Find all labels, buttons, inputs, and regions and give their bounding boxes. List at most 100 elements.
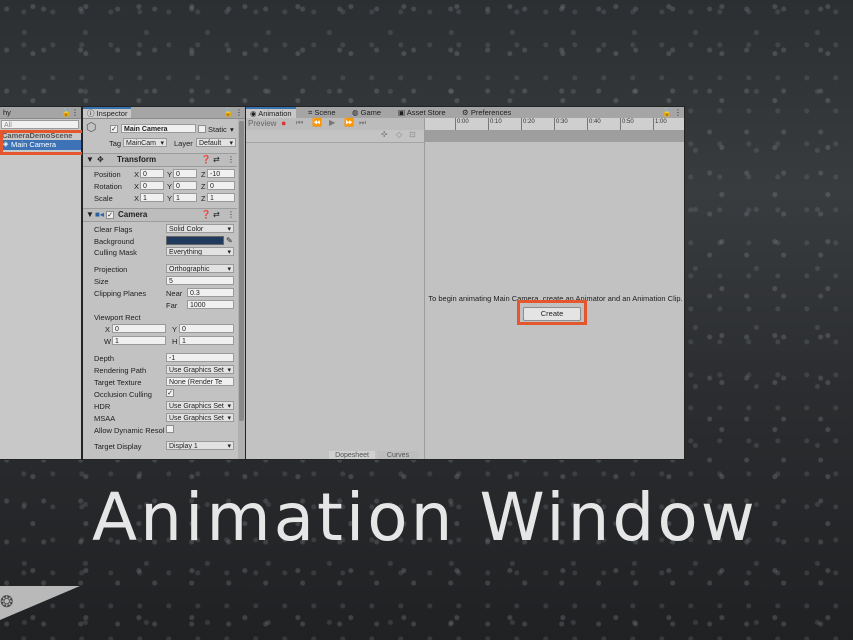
scale-z-label[interactable]: Z bbox=[201, 194, 206, 203]
menu-icon[interactable]: ⋮ bbox=[674, 108, 682, 117]
viewport-y-field[interactable]: 0 bbox=[179, 324, 234, 333]
add-keyframe-icon[interactable]: ✜ bbox=[381, 130, 388, 139]
viewport-y-label[interactable]: Y bbox=[172, 325, 177, 334]
timeline-tick-mark bbox=[488, 118, 489, 130]
play-icon[interactable]: ▶ bbox=[329, 118, 335, 127]
settings-icon[interactable]: ⇄ bbox=[213, 154, 220, 166]
layer-dropdown[interactable]: Default bbox=[196, 138, 236, 147]
tab-preferences[interactable]: ⚙ Preferences bbox=[458, 107, 515, 118]
scale-x-label[interactable]: X bbox=[134, 194, 139, 203]
viewport-h-field[interactable]: 1 bbox=[179, 336, 234, 345]
culling-mask-dropdown[interactable]: Everything bbox=[166, 247, 234, 256]
msaa-dropdown[interactable]: Use Graphics Set bbox=[166, 413, 234, 422]
near-label[interactable]: Near bbox=[166, 289, 182, 298]
hierarchy-panel: hy 🔒 ⋮ All CameraDemoScene ◈ Main Camera bbox=[0, 106, 82, 460]
animation-sidebar-divider[interactable] bbox=[424, 118, 425, 459]
hierarchy-search-input[interactable]: All bbox=[1, 120, 79, 129]
viewport-w-field[interactable]: 1 bbox=[112, 336, 166, 345]
lock-icon[interactable]: 🔒 bbox=[223, 108, 233, 117]
transform-header[interactable]: ▼ ✥ Transform ❓ ⇄ ⋮ bbox=[83, 153, 237, 167]
menu-icon[interactable]: ⋮ bbox=[71, 108, 79, 117]
menu-icon[interactable]: ⋮ bbox=[227, 154, 235, 166]
tab-asset-store[interactable]: ▣ Asset Store bbox=[394, 107, 450, 118]
tab-hierarchy[interactable]: hy bbox=[0, 107, 15, 118]
hdr-dropdown[interactable]: Use Graphics Set bbox=[166, 401, 234, 410]
settings-icon[interactable]: ⇄ bbox=[213, 209, 220, 221]
scale-x-field[interactable]: 1 bbox=[140, 193, 164, 202]
static-checkbox[interactable] bbox=[198, 125, 206, 133]
tab-inspector[interactable]: ⓘ Inspector bbox=[83, 107, 132, 118]
object-name-input[interactable]: Main Camera bbox=[121, 124, 196, 133]
background-color-swatch[interactable] bbox=[166, 236, 224, 245]
position-y-label[interactable]: Y bbox=[167, 170, 172, 179]
viewport-w-label[interactable]: W bbox=[104, 337, 111, 346]
rotation-x-label[interactable]: X bbox=[134, 182, 139, 191]
tab-animation[interactable]: ◉ Animation bbox=[246, 107, 296, 118]
lock-icon[interactable]: 🔒 bbox=[61, 108, 71, 117]
size-field[interactable]: 5 bbox=[166, 276, 234, 285]
position-x-field[interactable]: 0 bbox=[140, 169, 164, 178]
menu-icon[interactable]: ⋮ bbox=[227, 209, 235, 221]
tab-game-label: Game bbox=[360, 108, 382, 117]
depth-field[interactable]: -1 bbox=[166, 353, 234, 362]
clear-flags-dropdown[interactable]: Solid Color bbox=[166, 224, 234, 233]
active-checkbox[interactable]: ✓ bbox=[110, 125, 118, 133]
dopesheet-tab[interactable]: Dopesheet bbox=[329, 451, 375, 459]
asset-store-tab-icon: ▣ bbox=[398, 108, 407, 117]
add-event-icon[interactable]: ◇ bbox=[396, 130, 402, 139]
camera-header[interactable]: ▼ ■◂ ✓ Camera ❓ ⇄ ⋮ bbox=[83, 208, 237, 222]
position-x-label[interactable]: X bbox=[134, 170, 139, 179]
target-display-dropdown[interactable]: Display 1 bbox=[166, 441, 234, 450]
timeline-tick-label: 0:00 bbox=[457, 119, 469, 125]
prev-key-icon[interactable]: ⏪ bbox=[312, 118, 322, 127]
rotation-z-field[interactable]: 0 bbox=[207, 181, 235, 190]
next-key-icon[interactable]: ⏩ bbox=[344, 118, 354, 127]
far-label[interactable]: Far bbox=[166, 301, 177, 310]
inspector-scrollbar-thumb[interactable] bbox=[239, 121, 244, 421]
tab-game[interactable]: ◍ Game bbox=[348, 107, 385, 118]
menu-icon[interactable]: ⋮ bbox=[235, 108, 243, 117]
rotation-x-field[interactable]: 0 bbox=[140, 181, 164, 190]
position-z-field[interactable]: -10 bbox=[207, 169, 235, 178]
help-icon[interactable]: ❓ bbox=[201, 154, 211, 166]
near-field[interactable]: 0.3 bbox=[187, 288, 234, 297]
scale-y-field[interactable]: 1 bbox=[173, 193, 197, 202]
preview-button[interactable]: Preview bbox=[248, 119, 276, 128]
camera-enabled-checkbox[interactable]: ✓ bbox=[106, 211, 114, 219]
rendering-path-dropdown[interactable]: Use Graphics Set bbox=[166, 365, 234, 374]
tag-dropdown[interactable]: MainCam bbox=[123, 138, 167, 147]
projection-dropdown[interactable]: Orthographic bbox=[166, 264, 234, 273]
viewport-h-label[interactable]: H bbox=[172, 337, 177, 346]
dynamic-resolution-checkbox[interactable] bbox=[166, 425, 174, 433]
occlusion-culling-checkbox[interactable]: ✓ bbox=[166, 389, 174, 397]
static-label[interactable]: Static bbox=[208, 125, 227, 134]
tab-scene-label: Scene bbox=[314, 108, 336, 117]
rotation-y-label[interactable]: Y bbox=[167, 182, 172, 191]
timeline-tick-mark bbox=[554, 118, 555, 130]
curves-tab[interactable]: Curves bbox=[377, 451, 419, 459]
msaa-label: MSAA bbox=[94, 414, 116, 423]
far-field[interactable]: 1000 bbox=[187, 300, 234, 309]
background-label: Background bbox=[94, 237, 135, 246]
lock-icon[interactable]: 🔒 bbox=[662, 108, 672, 117]
target-texture-field[interactable]: None (Render Te bbox=[166, 377, 234, 386]
timeline-event-strip[interactable] bbox=[425, 130, 684, 142]
rotation-y-field[interactable]: 0 bbox=[173, 181, 197, 190]
inspector-panel: ⓘ Inspector 🔒 ⋮ ⬡ ✓ Main Camera Static ▾… bbox=[82, 106, 246, 460]
viewport-x-field[interactable]: 0 bbox=[112, 324, 166, 333]
record-icon[interactable]: ● bbox=[281, 118, 286, 128]
scale-y-label[interactable]: Y bbox=[167, 194, 172, 203]
scale-z-field[interactable]: 1 bbox=[207, 193, 235, 202]
eyedropper-icon[interactable]: ✎ bbox=[226, 236, 233, 245]
tab-scene[interactable]: ⌗ Scene bbox=[304, 107, 340, 118]
last-key-icon[interactable]: ⏭ bbox=[359, 118, 366, 128]
static-dropdown-icon[interactable]: ▾ bbox=[230, 125, 234, 134]
filter-icon[interactable]: ⊡ bbox=[409, 130, 416, 139]
rotation-z-label[interactable]: Z bbox=[201, 182, 206, 191]
inspector-scrollbar[interactable] bbox=[238, 119, 245, 459]
position-y-field[interactable]: 0 bbox=[173, 169, 197, 178]
first-key-icon[interactable]: ⏮ bbox=[296, 118, 303, 128]
help-icon[interactable]: ❓ bbox=[201, 209, 211, 221]
viewport-x-label[interactable]: X bbox=[105, 325, 110, 334]
position-z-label[interactable]: Z bbox=[201, 170, 206, 179]
